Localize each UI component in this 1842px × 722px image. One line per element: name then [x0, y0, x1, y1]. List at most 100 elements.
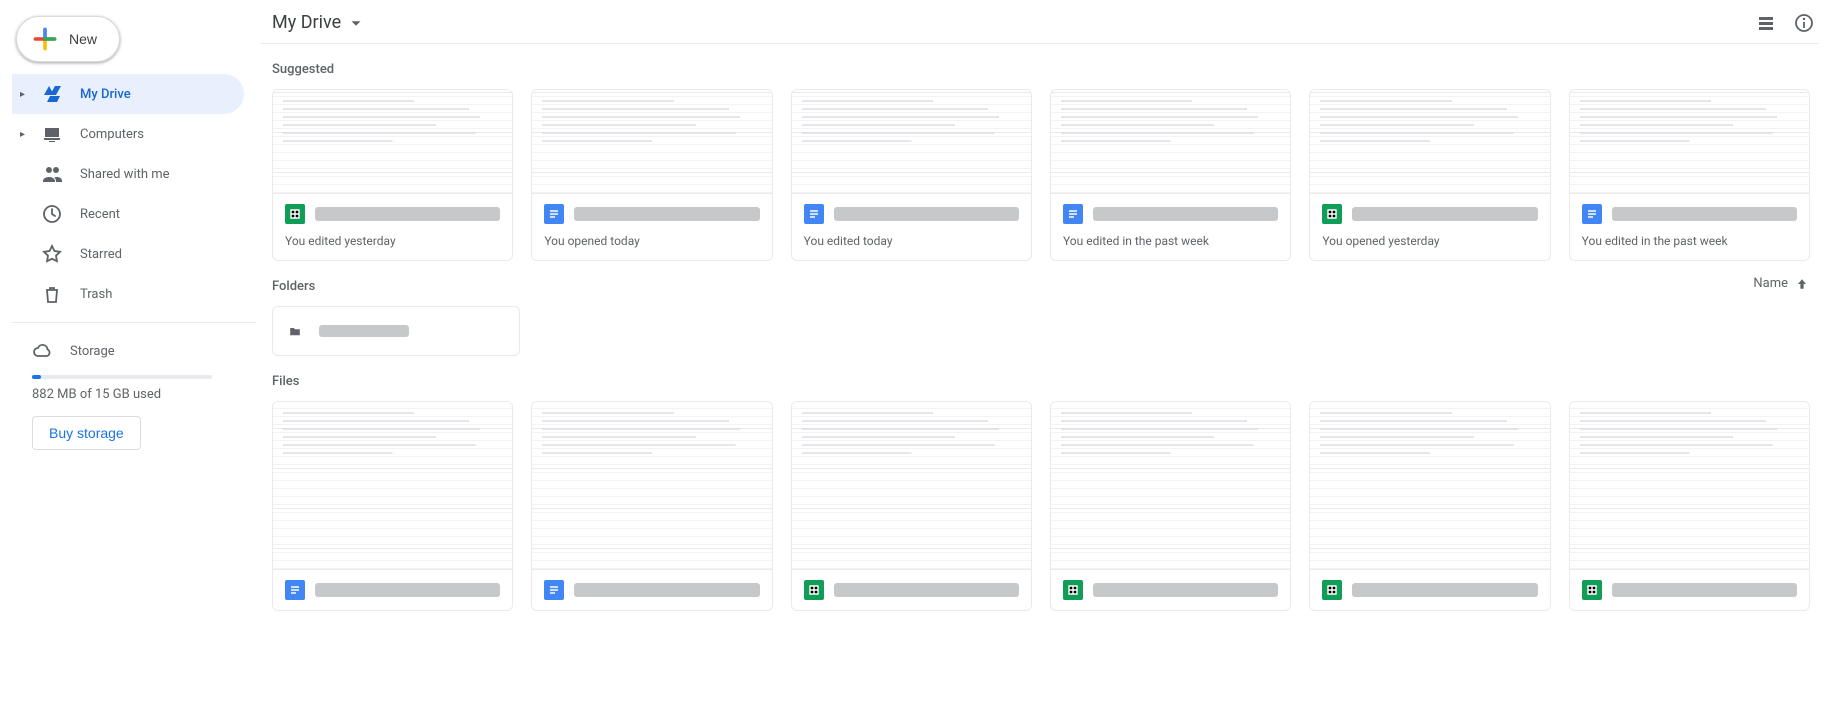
file-title-redacted — [834, 583, 1019, 597]
info-icon — [1794, 13, 1814, 33]
file-subtitle: You opened yesterday — [1310, 234, 1549, 260]
file-card[interactable] — [531, 401, 772, 611]
sidebar-item-storage[interactable]: Storage — [12, 331, 256, 371]
arrow-up-icon — [1794, 276, 1810, 292]
sidebar-item-trash[interactable]: Trash — [12, 274, 244, 314]
files-grid — [260, 401, 1818, 611]
storage-bar — [32, 375, 212, 379]
file-title-redacted — [834, 207, 1019, 221]
sheets-icon — [1063, 580, 1083, 600]
breadcrumb-label: My Drive — [272, 12, 341, 33]
folder-card[interactable] — [272, 306, 520, 356]
file-title-redacted — [315, 207, 500, 221]
file-card[interactable] — [1569, 401, 1810, 611]
star-icon — [42, 244, 62, 264]
header-actions — [1756, 13, 1814, 33]
file-subtitle: You edited in the past week — [1051, 234, 1290, 260]
file-title-redacted — [1093, 207, 1278, 221]
sidebar-item-my-drive[interactable]: ▸ My Drive — [12, 74, 244, 114]
list-view-button[interactable] — [1756, 13, 1776, 33]
docs-icon — [1063, 204, 1083, 224]
sidebar: New ▸ My Drive ▸ Computers Shared with m… — [0, 0, 256, 611]
file-card[interactable] — [272, 401, 513, 611]
recent-icon — [42, 204, 62, 224]
storage-used-text: 882 MB of 15 GB used — [12, 387, 256, 402]
thumbnail — [1051, 402, 1290, 570]
docs-icon — [1582, 204, 1602, 224]
sidebar-item-computers[interactable]: ▸ Computers — [12, 114, 244, 154]
thumbnail — [1310, 90, 1549, 194]
section-title-suggested: Suggested — [260, 44, 1818, 89]
docs-icon — [544, 580, 564, 600]
thumbnail — [1570, 90, 1809, 194]
file-card[interactable] — [1050, 401, 1291, 611]
thumbnail — [273, 90, 512, 194]
docs-icon — [285, 580, 305, 600]
section-title-folders: Folders — [260, 261, 315, 306]
sidebar-item-recent[interactable]: Recent — [12, 194, 244, 234]
sheets-icon — [804, 580, 824, 600]
suggested-card[interactable]: You opened today — [531, 89, 772, 261]
file-title-redacted — [574, 583, 759, 597]
thumbnail — [532, 90, 771, 194]
thumbnail — [1570, 402, 1809, 570]
file-subtitle: You opened today — [532, 234, 771, 260]
sheets-icon — [1322, 580, 1342, 600]
sidebar-item-label: Shared with me — [80, 167, 170, 182]
sidebar-item-starred[interactable]: Starred — [12, 234, 244, 274]
shared-icon — [42, 164, 62, 184]
sheets-icon — [285, 204, 305, 224]
drive-icon — [42, 84, 62, 104]
file-title-redacted — [1612, 583, 1797, 597]
divider — [12, 322, 256, 323]
sidebar-item-label: Trash — [80, 287, 112, 302]
file-card[interactable] — [1309, 401, 1550, 611]
file-card[interactable] — [791, 401, 1032, 611]
sidebar-item-label: Recent — [80, 207, 120, 222]
nav-list: ▸ My Drive ▸ Computers Shared with me Re… — [12, 74, 256, 314]
suggested-card[interactable]: You edited yesterday — [272, 89, 513, 261]
computers-icon — [42, 124, 62, 144]
sort-label: Name — [1753, 276, 1788, 291]
thumbnail — [532, 402, 771, 570]
suggested-card[interactable]: You edited today — [791, 89, 1032, 261]
buy-storage-label: Buy storage — [49, 425, 124, 441]
expand-icon[interactable]: ▸ — [20, 129, 30, 140]
trash-icon — [42, 284, 62, 304]
sidebar-item-label: Computers — [80, 127, 144, 142]
sheets-icon — [1322, 204, 1342, 224]
file-subtitle: You edited yesterday — [273, 234, 512, 260]
suggested-card[interactable]: You edited in the past week — [1050, 89, 1291, 261]
breadcrumb[interactable]: My Drive — [272, 12, 365, 33]
sort-button[interactable]: Name — [1753, 276, 1818, 292]
thumbnail — [273, 402, 512, 570]
cloud-icon — [32, 341, 52, 361]
section-title-files: Files — [260, 356, 1818, 401]
suggested-grid: You edited yesterday You opened today Yo… — [260, 89, 1818, 261]
storage-label: Storage — [70, 344, 115, 359]
new-button-label: New — [69, 31, 97, 47]
expand-icon[interactable]: ▸ — [20, 89, 30, 100]
suggested-card[interactable]: You opened yesterday — [1309, 89, 1550, 261]
sheets-icon — [1582, 580, 1602, 600]
docs-icon — [544, 204, 564, 224]
header: My Drive — [260, 4, 1818, 44]
list-view-icon — [1756, 13, 1776, 33]
new-button[interactable]: New — [16, 16, 120, 62]
sidebar-item-shared[interactable]: Shared with me — [12, 154, 244, 194]
folders-row — [260, 306, 1818, 356]
file-subtitle: You edited today — [792, 234, 1031, 260]
thumbnail — [792, 402, 1031, 570]
details-button[interactable] — [1794, 13, 1814, 33]
buy-storage-button[interactable]: Buy storage — [32, 416, 141, 450]
folder-icon — [285, 321, 305, 341]
file-title-redacted — [1352, 583, 1537, 597]
thumbnail — [1310, 402, 1549, 570]
file-subtitle: You edited in the past week — [1570, 234, 1809, 260]
suggested-card[interactable]: You edited in the past week — [1569, 89, 1810, 261]
file-title-redacted — [1352, 207, 1537, 221]
thumbnail — [792, 90, 1031, 194]
caret-down-icon — [347, 14, 365, 32]
thumbnail — [1051, 90, 1290, 194]
plus-icon — [33, 27, 57, 51]
